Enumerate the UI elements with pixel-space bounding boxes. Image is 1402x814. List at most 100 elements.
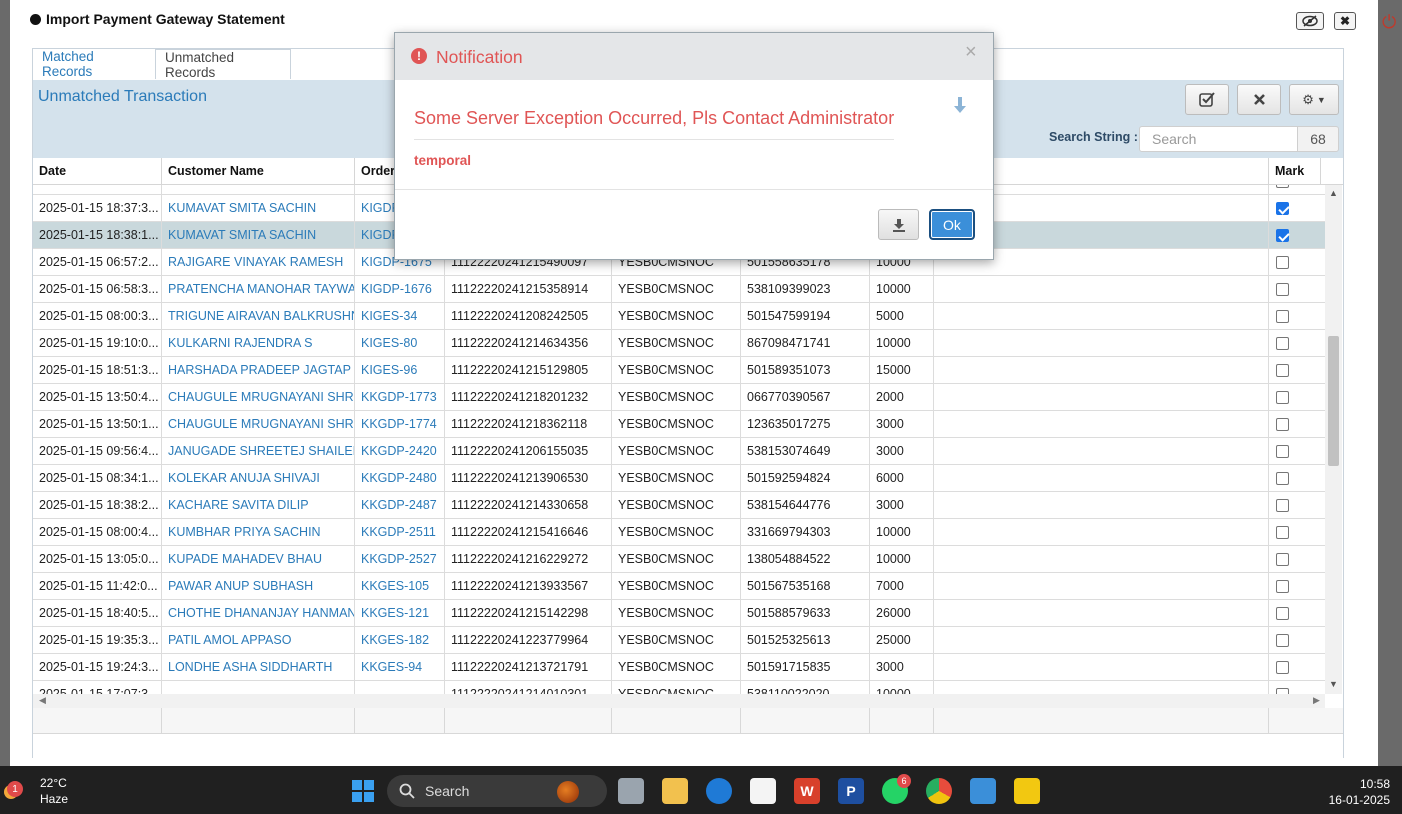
cell-customer-name[interactable]: KACHARE SAVITA DILIP: [162, 492, 355, 519]
mark-checkbox[interactable]: [1276, 445, 1289, 458]
download-button[interactable]: [878, 209, 919, 240]
table-row[interactable]: 2025-01-15 08:00:4... KUMBHAR PRIYA SACHI…: [33, 519, 1325, 546]
settings-dropdown-button[interactable]: ⚙ ▼: [1289, 84, 1339, 115]
cell-order[interactable]: KKGDP-1774: [355, 411, 445, 438]
cell-order[interactable]: KKGDP-2480: [355, 465, 445, 492]
ok-button[interactable]: Ok: [929, 209, 975, 240]
cell-customer-name[interactable]: CHOTHE DHANANJAY HANMANT: [162, 600, 355, 627]
cell-customer-name[interactable]: RAJIGARE VINAYAK RAMESH: [162, 249, 355, 276]
cell-customer-name[interactable]: TRIGUNE AIRAVAN BALKRUSHNA: [162, 303, 355, 330]
table-row[interactable]: 2025-01-15 13:50:4... CHAUGULE MRUGNAYANI…: [33, 384, 1325, 411]
table-row[interactable]: 2025-01-15 18:51:3... HARSHADA PRADEEP JA…: [33, 357, 1325, 384]
cell-order[interactable]: [355, 681, 445, 694]
mark-checkbox[interactable]: [1276, 661, 1289, 674]
cell-customer-name[interactable]: CHAUGULE MRUGNAYANI SHRIKANT: [162, 384, 355, 411]
power-bi-icon[interactable]: [1014, 778, 1040, 804]
cell-order[interactable]: KKGES-94: [355, 654, 445, 681]
cell-customer-name[interactable]: PRATENCHA MANOHAR TAYWADE: [162, 276, 355, 303]
cell-order[interactable]: KKGES-121: [355, 600, 445, 627]
weather-widget[interactable]: 1 22°C Haze: [4, 775, 68, 807]
table-row[interactable]: 2025-01-15 18:38:2... KACHARE SAVITA DILI…: [33, 492, 1325, 519]
table-row[interactable]: 2025-01-15 06:58:3... PRATENCHA MANOHAR T…: [33, 276, 1325, 303]
chrome-icon[interactable]: [926, 778, 952, 804]
mark-checkbox[interactable]: [1276, 202, 1289, 215]
cell-order[interactable]: KIGES-96: [355, 357, 445, 384]
column-header-mark[interactable]: Mark: [1269, 158, 1321, 185]
table-row[interactable]: 2025-01-15 08:34:1... KOLEKAR ANUJA SHIVA…: [33, 465, 1325, 492]
table-row[interactable]: 2025-01-15 17:07:3... 1112222024121401030…: [33, 681, 1325, 694]
cell-customer-name[interactable]: PATIL RAJGONDA BHIMGONDA: [162, 185, 355, 195]
cell-customer-name[interactable]: HARSHADA PRADEEP JAGTAP: [162, 357, 355, 384]
windows-start-icon[interactable]: [350, 778, 376, 804]
cell-customer-name[interactable]: PAWAR ANUP SUBHASH: [162, 573, 355, 600]
mark-checkbox[interactable]: [1276, 472, 1289, 485]
mark-checkbox[interactable]: [1276, 499, 1289, 512]
column-header-customer-name[interactable]: Customer Name: [162, 158, 355, 185]
notepad-icon[interactable]: [970, 778, 996, 804]
mark-checkbox[interactable]: [1276, 364, 1289, 377]
scroll-up-icon[interactable]: ▲: [1329, 188, 1338, 198]
toggle-visibility-button[interactable]: [1296, 12, 1324, 30]
table-row[interactable]: 2025-01-15 13:05:0... KUPADE MAHADEV BHAU…: [33, 546, 1325, 573]
cell-order[interactable]: KKGDP-2511: [355, 519, 445, 546]
taskbar-search[interactable]: Search: [387, 775, 607, 807]
mark-checkbox[interactable]: [1276, 391, 1289, 404]
scrollbar-thumb[interactable]: [1328, 336, 1339, 466]
table-row[interactable]: 2025-01-15 19:10:0... KULKARNI RAJENDRA S…: [33, 330, 1325, 357]
tab-matched-records[interactable]: Matched Records: [33, 49, 155, 79]
clear-button[interactable]: [1237, 84, 1281, 115]
table-row[interactable]: 2025-01-15 09:56:4... JANUGADE SHREETEJ S…: [33, 438, 1325, 465]
mark-checkbox[interactable]: [1276, 526, 1289, 539]
dialog-close-button[interactable]: ×: [965, 41, 977, 64]
vertical-scrollbar[interactable]: ▲ ▼: [1325, 185, 1342, 694]
cell-order[interactable]: KKGES-105: [355, 573, 445, 600]
mark-checkbox[interactable]: [1276, 283, 1289, 296]
cell-customer-name[interactable]: KUMAVAT SMITA SACHIN: [162, 222, 355, 249]
cell-order[interactable]: KIGES-80: [355, 330, 445, 357]
cell-customer-name[interactable]: KULKARNI RAJENDRA S: [162, 330, 355, 357]
mark-checkbox[interactable]: [1276, 185, 1289, 188]
search-input[interactable]: [1139, 126, 1299, 152]
cell-customer-name[interactable]: JANUGADE SHREETEJ SHAILENDRA: [162, 438, 355, 465]
cell-customer-name[interactable]: LONDHE ASHA SIDDHARTH: [162, 654, 355, 681]
table-row[interactable]: 2025-01-15 18:40:5... CHOTHE DHANANJAY HA…: [33, 600, 1325, 627]
mark-all-button[interactable]: [1185, 84, 1229, 115]
scroll-down-icon[interactable]: ▼: [1329, 679, 1338, 689]
table-row[interactable]: 2025-01-15 19:24:3... LONDHE ASHA SIDDHAR…: [33, 654, 1325, 681]
cell-customer-name[interactable]: KOLEKAR ANUJA SHIVAJI: [162, 465, 355, 492]
expand-arrow-icon[interactable]: [953, 97, 967, 120]
column-header-date[interactable]: Date: [33, 158, 162, 185]
cell-customer-name[interactable]: KUMAVAT SMITA SACHIN: [162, 195, 355, 222]
table-row[interactable]: 2025-01-15 13:50:1... CHAUGULE MRUGNAYANI…: [33, 411, 1325, 438]
cell-customer-name[interactable]: CHAUGULE MRUGNAYANI SHRIKANT: [162, 411, 355, 438]
cell-order[interactable]: KIGES-34: [355, 303, 445, 330]
cell-customer-name[interactable]: PATIL AMOL APPASO: [162, 627, 355, 654]
system-clock[interactable]: 10:58 16-01-2025: [1318, 776, 1390, 808]
window-close-button[interactable]: ✖: [1334, 12, 1356, 30]
table-row[interactable]: 2025-01-15 11:42:0... PAWAR ANUP SUBHASH K…: [33, 573, 1325, 600]
mark-checkbox[interactable]: [1276, 580, 1289, 593]
mark-checkbox[interactable]: [1276, 418, 1289, 431]
cell-order[interactable]: KKGDP-2420: [355, 438, 445, 465]
table-row[interactable]: 2025-01-15 08:00:3... TRIGUNE AIRAVAN BAL…: [33, 303, 1325, 330]
mark-checkbox[interactable]: [1276, 229, 1289, 242]
cell-customer-name[interactable]: [162, 681, 355, 694]
cell-customer-name[interactable]: KUMBHAR PRIYA SACHIN: [162, 519, 355, 546]
mark-checkbox[interactable]: [1276, 310, 1289, 323]
mark-checkbox[interactable]: [1276, 553, 1289, 566]
task-view-icon[interactable]: [618, 778, 644, 804]
cell-order[interactable]: KIGDP-1676: [355, 276, 445, 303]
file-explorer-icon[interactable]: [662, 778, 688, 804]
tab-unmatched-records[interactable]: Unmatched Records: [155, 49, 291, 80]
cell-order[interactable]: KKGDP-2527: [355, 546, 445, 573]
cell-order[interactable]: KKGDP-2487: [355, 492, 445, 519]
mark-checkbox[interactable]: [1276, 256, 1289, 269]
scroll-right-icon[interactable]: ▶: [1313, 695, 1320, 706]
edge-browser-icon[interactable]: [706, 778, 732, 804]
cell-customer-name[interactable]: KUPADE MAHADEV BHAU: [162, 546, 355, 573]
store-icon[interactable]: [750, 778, 776, 804]
horizontal-scrollbar[interactable]: ◀ ▶: [33, 694, 1325, 708]
wps-office-icon[interactable]: W: [794, 778, 820, 804]
mark-checkbox[interactable]: [1276, 607, 1289, 620]
scroll-left-icon[interactable]: ◀: [39, 695, 46, 706]
